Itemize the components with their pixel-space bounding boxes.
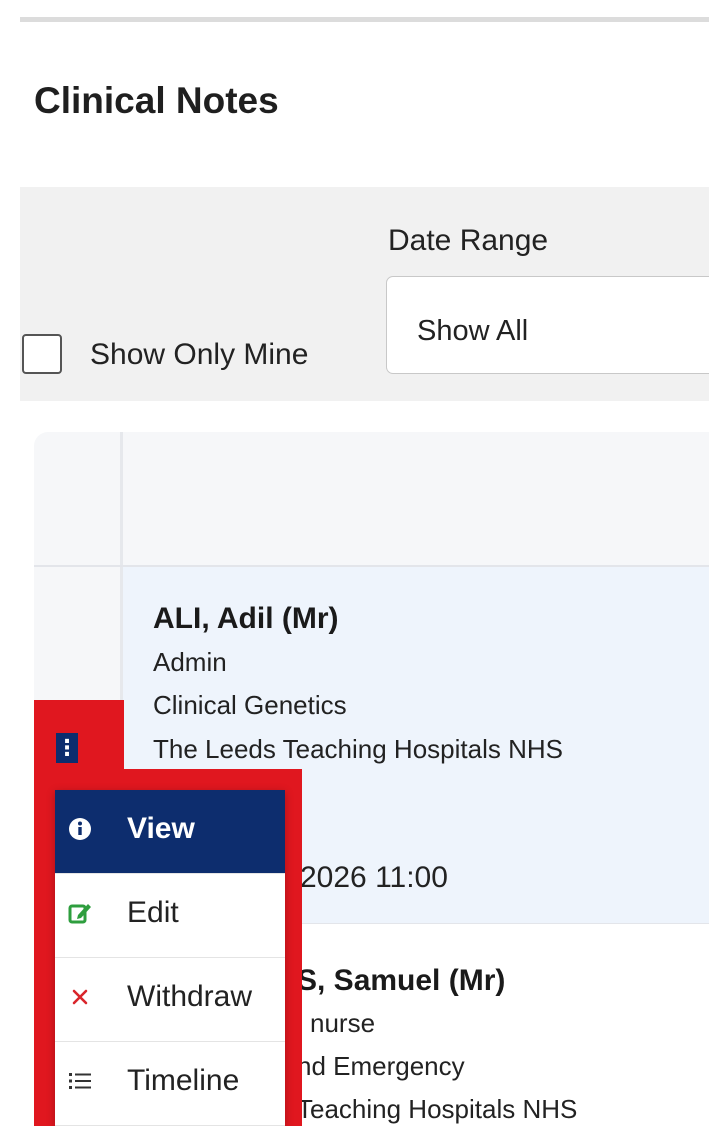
clinical-notes-page: Clinical Notes Date Range Show All Show … xyxy=(0,0,709,1126)
menu-item-label: Timeline xyxy=(127,1064,240,1097)
author-organisation: Teaching Hospitals NHS xyxy=(297,1094,578,1124)
author-name: S, Samuel (Mr) xyxy=(297,964,506,997)
list-icon xyxy=(65,1066,95,1096)
menu-item-label: View xyxy=(127,812,195,845)
menu-item-edit[interactable]: Edit xyxy=(55,874,285,958)
author-role: Admin xyxy=(153,647,227,677)
menu-item-timeline[interactable]: Timeline xyxy=(55,1042,285,1126)
author-department: Clinical Genetics xyxy=(153,690,347,720)
info-circle-icon xyxy=(65,814,95,844)
menu-item-label: Withdraw xyxy=(127,980,253,1013)
edit-icon xyxy=(65,898,95,928)
menu-item-view[interactable]: View xyxy=(55,790,285,874)
menu-item-withdraw[interactable]: Withdraw xyxy=(55,958,285,1042)
author-organisation: The Leeds Teaching Hospitals NHS xyxy=(153,734,563,764)
kebab-icon: ⋮ xyxy=(56,735,78,761)
row-actions-menu: View Edit Withdraw Timeline xyxy=(55,790,285,1126)
row-actions-kebab-button[interactable]: ⋮ xyxy=(56,733,78,763)
author-role: l nurse xyxy=(297,1008,376,1038)
menu-item-label: Edit xyxy=(127,896,179,929)
note-datetime: 2026 11:00 xyxy=(300,861,448,894)
show-only-mine-label[interactable]: Show Only Mine xyxy=(90,338,308,372)
author-department: nd Emergency xyxy=(297,1051,465,1081)
author-name: ALI, Adil (Mr) xyxy=(153,602,339,635)
highlight-annotation xyxy=(34,700,124,780)
top-divider xyxy=(20,17,709,22)
show-only-mine-checkbox[interactable] xyxy=(22,334,62,374)
date-range-select[interactable]: Show All xyxy=(386,276,709,374)
date-range-label: Date Range xyxy=(388,224,549,257)
page-title: Clinical Notes xyxy=(34,80,279,121)
close-icon xyxy=(65,982,95,1012)
date-range-value: Show All xyxy=(417,315,529,347)
